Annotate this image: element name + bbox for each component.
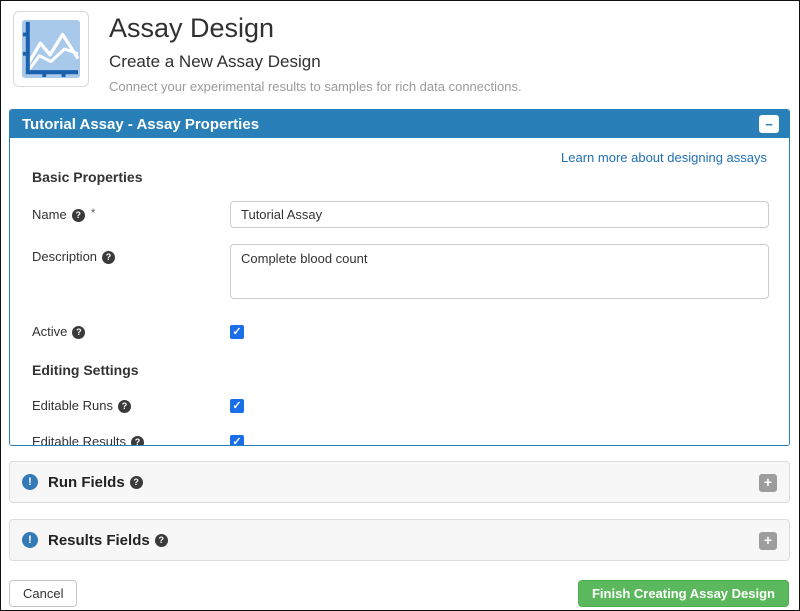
name-input[interactable]	[230, 201, 769, 228]
editable-results-label: Editable Results?	[32, 434, 230, 447]
basic-properties-heading: Basic Properties	[32, 169, 767, 185]
cancel-button[interactable]: Cancel	[9, 580, 77, 607]
description-field-row: Description? Complete blood count	[32, 244, 767, 304]
plus-icon: +	[764, 474, 772, 490]
finish-creating-assay-design-button[interactable]: Finish Creating Assay Design	[578, 580, 789, 607]
active-field-row: Active? ✓	[32, 322, 767, 340]
description-label: Description?	[32, 244, 230, 264]
editable-results-row: Editable Results? ✓	[32, 432, 767, 446]
editable-runs-row: Editable Runs? ✓	[32, 396, 767, 414]
name-help-icon[interactable]: ?	[72, 209, 85, 222]
page-description: Connect your experimental results to sam…	[109, 79, 522, 94]
footer-actions: Cancel Finish Creating Assay Design	[9, 580, 789, 607]
minus-icon: −	[765, 118, 773, 131]
page-header: Assay Design Create a New Assay Design C…	[1, 1, 799, 101]
results-fields-expand-button[interactable]: +	[759, 532, 777, 550]
results-fields-panel-header[interactable]: ! Results Fields ? +	[9, 519, 790, 561]
description-textarea[interactable]: Complete blood count	[230, 244, 769, 299]
editable-runs-control: ✓	[230, 396, 769, 414]
page-subtitle: Create a New Assay Design	[109, 52, 522, 72]
run-fields-panel-header[interactable]: ! Run Fields ? +	[9, 461, 790, 503]
results-fields-title: Results Fields	[48, 532, 150, 549]
editable-results-checkbox[interactable]: ✓	[230, 435, 244, 446]
page-title: Assay Design	[109, 13, 522, 44]
active-field-control: ✓	[230, 322, 769, 340]
results-fields-help-icon[interactable]: ?	[155, 534, 168, 547]
active-checkbox[interactable]: ✓	[230, 325, 244, 339]
name-field-control	[230, 201, 769, 228]
run-fields-title: Run Fields	[48, 474, 125, 491]
collapse-panel-button[interactable]: −	[759, 115, 779, 133]
alert-info-icon: !	[22, 532, 38, 548]
editable-runs-label: Editable Runs?	[32, 398, 230, 413]
line-chart-icon	[22, 20, 80, 78]
description-field-control: Complete blood count	[230, 244, 769, 304]
learn-more-row: Learn more about designing assays	[32, 138, 767, 165]
editable-runs-checkbox[interactable]: ✓	[230, 399, 244, 413]
assay-design-page: Assay Design Create a New Assay Design C…	[0, 0, 800, 611]
editable-results-control: ✓	[230, 432, 769, 446]
learn-more-link[interactable]: Learn more about designing assays	[561, 150, 767, 165]
assay-properties-panel-wrap: Tutorial Assay - Assay Properties − Lear…	[9, 109, 790, 446]
editing-settings-heading: Editing Settings	[32, 362, 767, 378]
editable-results-help-icon[interactable]: ?	[131, 436, 144, 447]
required-marker: *	[91, 206, 96, 220]
assay-chart-icon	[13, 11, 89, 87]
alert-info-icon: !	[22, 474, 38, 490]
editable-runs-help-icon[interactable]: ?	[118, 400, 131, 413]
assay-properties-panel-body: Learn more about designing assays Basic …	[10, 138, 789, 445]
name-field-row: Name?*	[32, 201, 767, 228]
name-label: Name?*	[32, 201, 230, 222]
active-label: Active?	[32, 324, 230, 339]
active-help-icon[interactable]: ?	[72, 326, 85, 339]
run-fields-help-icon[interactable]: ?	[130, 476, 143, 489]
assay-properties-panel: Tutorial Assay - Assay Properties − Lear…	[9, 109, 790, 446]
plus-icon: +	[764, 532, 772, 548]
assay-properties-panel-title: Tutorial Assay - Assay Properties	[22, 116, 259, 133]
description-help-icon[interactable]: ?	[102, 251, 115, 264]
assay-properties-panel-header[interactable]: Tutorial Assay - Assay Properties −	[10, 110, 789, 138]
header-text: Assay Design Create a New Assay Design C…	[109, 11, 522, 101]
run-fields-expand-button[interactable]: +	[759, 474, 777, 492]
